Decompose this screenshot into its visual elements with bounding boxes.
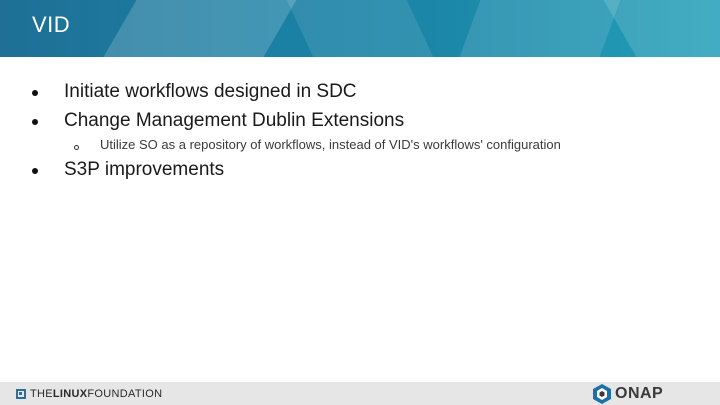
title-bar: VID [0, 0, 720, 57]
sub-bullet-ring [74, 145, 79, 150]
onap-wordmark: ONAP [615, 385, 663, 402]
onap-icon [593, 384, 611, 404]
bullet-dot [32, 168, 38, 174]
lf-bold: LINUX [52, 388, 88, 400]
slide: VID Initiate workflows designed in SDC C… [0, 0, 720, 405]
bullet-dot [32, 90, 38, 96]
bullet-dot [32, 119, 38, 125]
bullet-text: S3P improvements [64, 159, 225, 180]
bullet-text: Change Management Dublin Extensions [64, 110, 405, 131]
sub-bullet-text: Utilize SO as a repository of workflows,… [100, 137, 561, 152]
linux-foundation-logo: THELINUXFOUNDATION [16, 387, 162, 401]
onap-logo: ONAP [593, 384, 663, 404]
linux-foundation-icon [16, 389, 26, 399]
lf-prefix: THE [30, 388, 53, 400]
slide-title: VID [32, 12, 71, 37]
lf-suffix: FOUNDATION [87, 388, 163, 400]
bullet-text: Initiate workflows designed in SDC [64, 81, 357, 102]
